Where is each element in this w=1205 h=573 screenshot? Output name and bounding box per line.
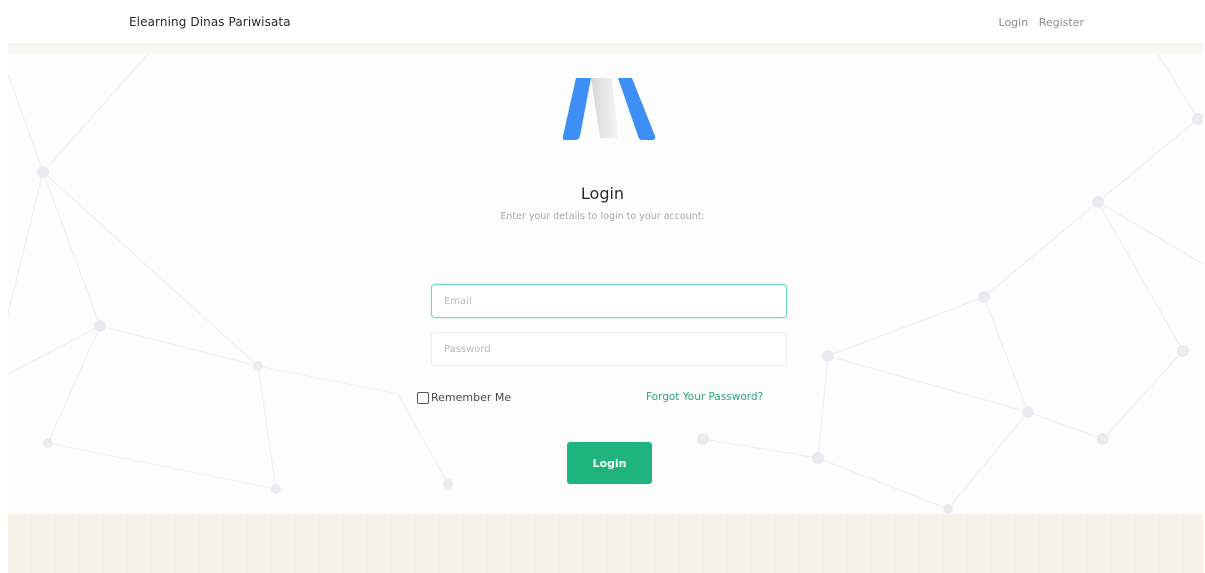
brand-logo-icon xyxy=(562,78,656,140)
nav-login-link[interactable]: Login xyxy=(999,16,1029,29)
nav-register-link[interactable]: Register xyxy=(1039,16,1084,29)
footer-strip xyxy=(8,514,1203,573)
remember-me[interactable]: Remember Me xyxy=(417,391,511,404)
remember-checkbox[interactable] xyxy=(417,391,429,404)
email-input[interactable] xyxy=(431,284,787,318)
remember-label: Remember Me xyxy=(431,391,512,404)
page: Elearning Dinas Pariwisata Login Registe… xyxy=(0,0,1205,573)
login-title: Login xyxy=(580,184,625,203)
password-input[interactable] xyxy=(431,332,787,366)
login-button[interactable]: Login xyxy=(567,442,652,484)
login-subtitle: Enter your details to login to your acco… xyxy=(500,211,705,222)
brand-title[interactable]: Elearning Dinas Pariwisata xyxy=(129,15,291,29)
header-divider-strip xyxy=(8,43,1203,54)
forgot-password-link[interactable]: Forgot Your Password? xyxy=(646,391,763,403)
nav-links: Login Register xyxy=(992,16,1084,29)
top-navbar: Elearning Dinas Pariwisata Login Registe… xyxy=(0,0,1205,43)
